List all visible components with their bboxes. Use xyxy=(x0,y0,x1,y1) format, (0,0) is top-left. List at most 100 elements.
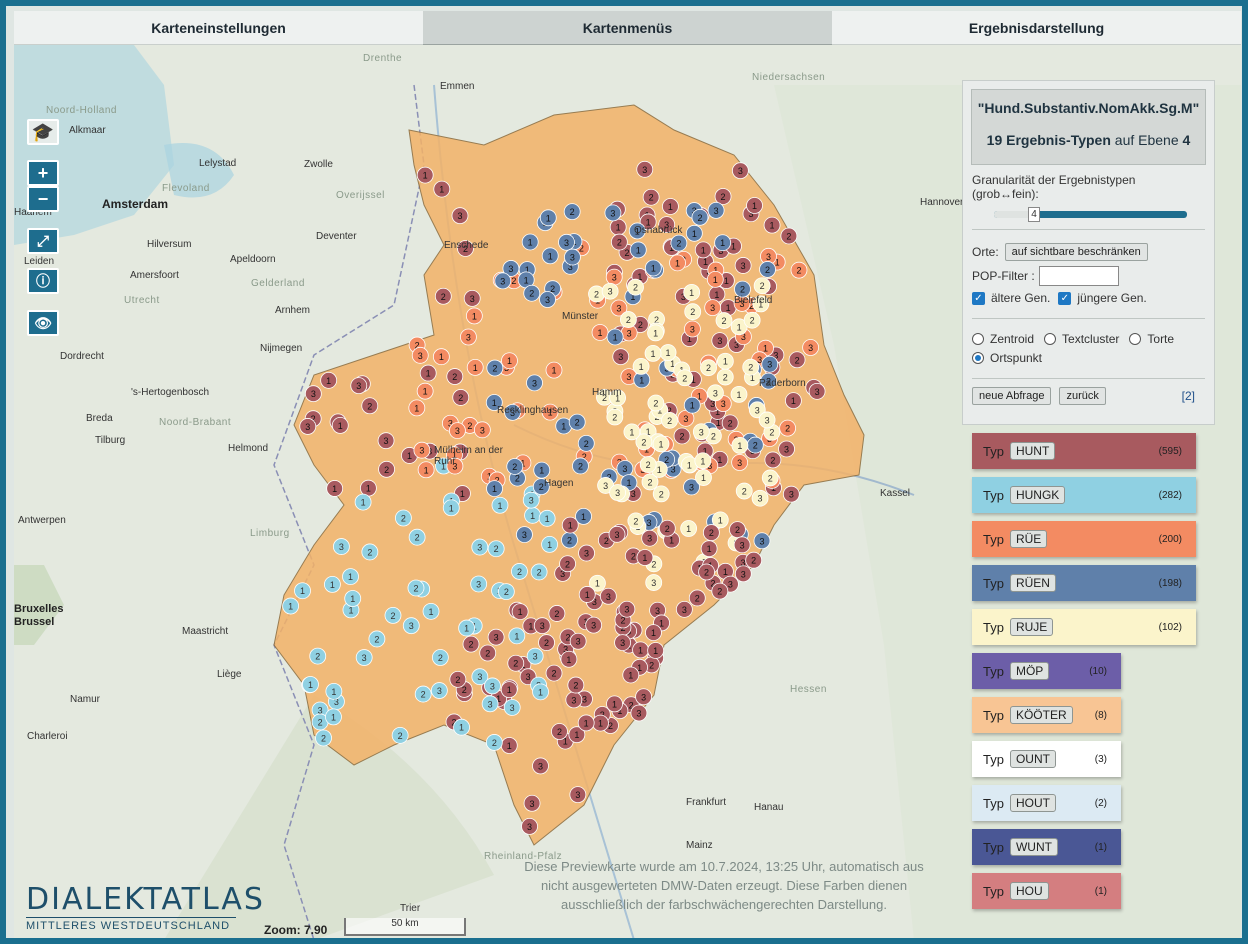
restrict-visible-button[interactable]: auf sichtbare beschränken xyxy=(1004,243,1148,261)
legend-item-rüen[interactable]: Typ RÜEN (198) xyxy=(972,565,1196,601)
radio-label: Textcluster xyxy=(1062,332,1120,346)
marker-count: 1 xyxy=(566,655,571,665)
marker-count: 2 xyxy=(748,363,753,373)
marker-count: 1 xyxy=(330,580,335,590)
legend-item-rüe[interactable]: Typ RÜE (200) xyxy=(972,521,1196,557)
marker-count: 1 xyxy=(616,223,621,233)
tab-ergebnisdarstellung[interactable]: Ergebnisdarstellung xyxy=(832,11,1241,45)
marker-count: 1 xyxy=(717,455,722,465)
marker-count: 1 xyxy=(568,521,573,531)
marker-count: 2 xyxy=(649,660,654,670)
legend-typ-label: Typ xyxy=(983,883,1004,899)
place-label: Utrecht xyxy=(124,295,160,306)
info-icon[interactable]: ⓘ xyxy=(27,268,59,294)
place-label: Kassel xyxy=(880,488,911,499)
marker-count: 3 xyxy=(564,238,569,248)
marker-count: 2 xyxy=(646,460,651,470)
checkbox-younger[interactable]: ✓ xyxy=(1058,291,1072,305)
marker-count: 1 xyxy=(723,567,728,577)
radio-torte[interactable] xyxy=(1129,333,1142,345)
zoom-out-button[interactable]: − xyxy=(27,186,59,212)
marker-count: 1 xyxy=(585,590,590,600)
legend-item-hou[interactable]: Typ HOU (1) xyxy=(972,873,1121,909)
place-label: Enschede xyxy=(444,240,489,251)
legend-item-hout[interactable]: Typ HOUT (2) xyxy=(972,785,1121,821)
marker-count: 2 xyxy=(633,516,638,526)
marker-count: 2 xyxy=(704,568,709,578)
marker-count: 2 xyxy=(709,528,714,538)
marker-count: 1 xyxy=(629,427,634,437)
marker-count: 1 xyxy=(528,621,533,631)
place-label: Hilversum xyxy=(147,239,192,250)
granularity-section: Granularität der Ergebnistypen (grob↔fei… xyxy=(972,165,1205,230)
eye-icon[interactable]: 👁 xyxy=(27,310,59,336)
marker-count: 1 xyxy=(528,237,533,247)
marker-count: 3 xyxy=(419,446,424,456)
tab-kartenmenues[interactable]: Kartenmenüs xyxy=(423,11,832,45)
place-label: Gelderland xyxy=(251,278,305,289)
marker-count: 2 xyxy=(554,609,559,619)
marker-count: 2 xyxy=(570,207,575,217)
marker-count: 1 xyxy=(718,515,723,525)
place-label: Amersfoort xyxy=(130,270,179,281)
result-level-text: auf Ebene xyxy=(1114,132,1179,148)
legend-item-hungk[interactable]: Typ HUNGK (282) xyxy=(972,477,1196,513)
marker-count: 3 xyxy=(738,166,743,176)
legend-item-hunt[interactable]: Typ HUNT (595) xyxy=(972,433,1196,469)
marker-count: 1 xyxy=(675,258,680,268)
legend-item-ruje[interactable]: Typ RUJE (102) xyxy=(972,609,1196,645)
slider-knob[interactable]: 4 xyxy=(1028,207,1040,222)
legend-typ-label: Typ xyxy=(983,839,1004,855)
marker-count: 1 xyxy=(423,171,428,181)
marker-count: 1 xyxy=(350,594,355,604)
marker-count: 1 xyxy=(545,514,550,524)
marker-count: 1 xyxy=(308,680,313,690)
marker-count: 1 xyxy=(700,456,705,466)
marker-count: 1 xyxy=(547,540,552,550)
legend-typ-label: Typ xyxy=(983,487,1004,503)
graduation-cap-icon[interactable]: 🎓 xyxy=(27,119,59,145)
place-label: Liège xyxy=(217,669,242,680)
marker-count: 3 xyxy=(612,273,617,283)
place-label: Breda xyxy=(86,413,113,424)
marker-count: 3 xyxy=(755,405,760,415)
place-label: Flevoland xyxy=(162,183,210,194)
marker-count: 2 xyxy=(647,477,652,487)
marker-count: 1 xyxy=(449,503,454,513)
marker-count: 3 xyxy=(815,387,820,397)
radio-textcluster[interactable] xyxy=(1044,333,1057,345)
marker-count: 2 xyxy=(728,418,733,428)
marker-count: 2 xyxy=(462,685,467,695)
legend-item-wunt[interactable]: Typ WUNT (1) xyxy=(972,829,1121,865)
marker-count: 3 xyxy=(784,444,789,454)
back-button[interactable]: zurück xyxy=(1059,387,1106,405)
legend-item-kööter[interactable]: Typ KÖÖTER (8) xyxy=(972,697,1121,733)
checkbox-older[interactable]: ✓ xyxy=(972,291,985,305)
tab-karteneinstellungen[interactable]: Karteneinstellungen xyxy=(14,11,423,45)
marker-count: 3 xyxy=(789,490,794,500)
radio-ortspunkt[interactable] xyxy=(972,352,984,364)
marker-count: 2 xyxy=(717,587,722,597)
granularity-slider[interactable]: 4 xyxy=(994,207,1187,222)
marker-count: 1 xyxy=(638,645,643,655)
footnote-link[interactable]: [2] xyxy=(1182,389,1195,403)
zoom-in-button[interactable]: + xyxy=(27,160,59,186)
legend-item-ount[interactable]: Typ OUNT (3) xyxy=(972,741,1121,777)
marker-count: 1 xyxy=(518,607,523,617)
new-query-button[interactable]: neue Abfrage xyxy=(972,387,1052,405)
legend-item-möp[interactable]: Typ MÖP (10) xyxy=(972,653,1121,689)
marker-count: 3 xyxy=(610,208,615,218)
preview-notice: Diese Previewkarte wurde am 10.7.2024, 1… xyxy=(524,859,924,912)
legend-type-tag: RUJE xyxy=(1009,618,1054,636)
marker-count: 1 xyxy=(642,553,647,563)
marker-count: 1 xyxy=(424,465,429,475)
marker-count: 1 xyxy=(460,489,465,499)
marker-count: 2 xyxy=(625,248,630,258)
marker-count: 1 xyxy=(331,712,336,722)
pop-filter-input[interactable] xyxy=(1038,266,1119,286)
radio-zentroid[interactable] xyxy=(972,333,984,345)
fullscreen-icon[interactable]: ⤢ xyxy=(27,228,59,254)
marker-count: 3 xyxy=(480,425,485,435)
marker-count: 2 xyxy=(769,428,774,438)
marker-count: 3 xyxy=(530,799,535,809)
